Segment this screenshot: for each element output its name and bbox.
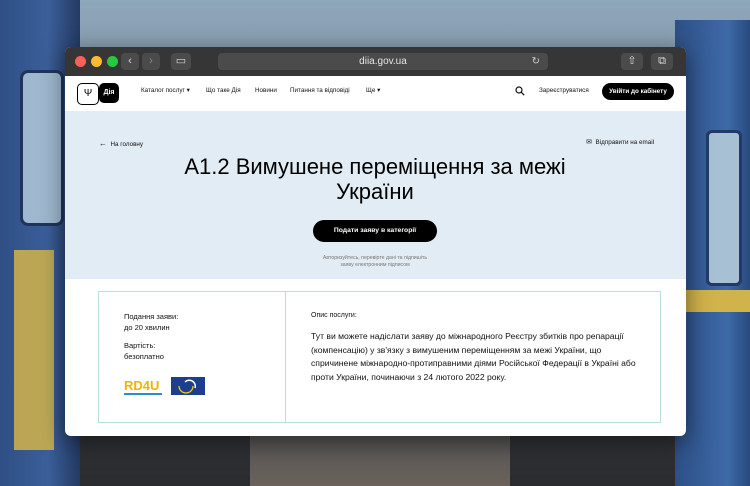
tabs-icon[interactable]: ⧉ [651, 53, 673, 70]
arrow-left-icon: ← [99, 139, 107, 148]
svg-text:RD4U: RD4U [124, 378, 159, 393]
platform-photo [250, 430, 510, 486]
maximize-window-button[interactable] [107, 56, 118, 67]
auth-note: Авторизуйтесь, перевірте дані та підпиші… [322, 255, 428, 268]
mail-icon: ✉ [586, 139, 593, 146]
browser-window: ‹ › ▭ diia.gov.ua ↻ ⇧ ⧉ Ψ Дія Каталог по… [65, 47, 686, 436]
reload-icon[interactable]: ↻ [532, 53, 540, 70]
register-link[interactable]: Зареєструватися [539, 87, 589, 94]
council-of-europe-logo [171, 377, 205, 395]
menu-item-news[interactable]: Новини [255, 87, 277, 94]
menu-item-catalog[interactable]: Каталог послуг ▾ [141, 87, 190, 94]
time-value: до 20 хвилин [124, 323, 170, 332]
forward-arrow-icon[interactable]: › [142, 53, 160, 70]
time-label: Подання заяви: [124, 312, 179, 321]
diia-logo[interactable]: Ψ Дія [77, 83, 119, 105]
diia-logo-label: Дія [99, 83, 119, 103]
login-button[interactable]: Увійти до кабінету [602, 83, 674, 100]
price-value: безоплатно [124, 352, 164, 361]
url-text: diia.gov.ua [359, 56, 407, 67]
share-icon[interactable]: ⇧ [621, 53, 643, 70]
menu-item-about[interactable]: Що таке Дія [206, 87, 241, 94]
description-label: Опис послуги: [311, 312, 357, 319]
service-info-card: Подання заяви: до 20 хвилин Вартість: бе… [98, 291, 661, 423]
page-title: А1.2 Вимушене переміщення за межі Україн… [184, 154, 566, 204]
menu-item-faq[interactable]: Питання та відповіді [290, 87, 350, 94]
minimize-window-button[interactable] [91, 56, 102, 67]
price-label: Вартість: [124, 341, 156, 350]
back-arrow-icon[interactable]: ‹ [121, 53, 139, 70]
service-hero: ← На головну ✉ Відправити на email А1.2 … [65, 111, 686, 279]
browser-toolbar: ‹ › ▭ diia.gov.ua ↻ ⇧ ⧉ [65, 47, 686, 76]
send-email-link[interactable]: ✉ Відправити на email [586, 138, 654, 146]
apply-button[interactable]: Подати заяву в категорії [313, 220, 437, 242]
search-icon[interactable] [515, 86, 525, 96]
back-to-home-link[interactable]: ← На головну [99, 139, 143, 148]
tryzub-icon: Ψ [77, 83, 99, 105]
sidebar-icon[interactable]: ▭ [171, 53, 191, 70]
service-meta: Подання заяви: до 20 хвилин Вартість: бе… [99, 292, 286, 422]
close-window-button[interactable] [75, 56, 86, 67]
site-header: Ψ Дія Каталог послуг ▾ Що таке Дія Новин… [65, 76, 686, 111]
rd4u-logo: RD4U [124, 378, 162, 395]
service-description: Тут ви можете надіслати заяву до міжнаро… [311, 331, 636, 382]
train-right-photo [675, 20, 750, 486]
address-bar[interactable]: diia.gov.ua ↻ [218, 53, 548, 70]
menu-item-more[interactable]: Ще ▾ [366, 87, 380, 94]
